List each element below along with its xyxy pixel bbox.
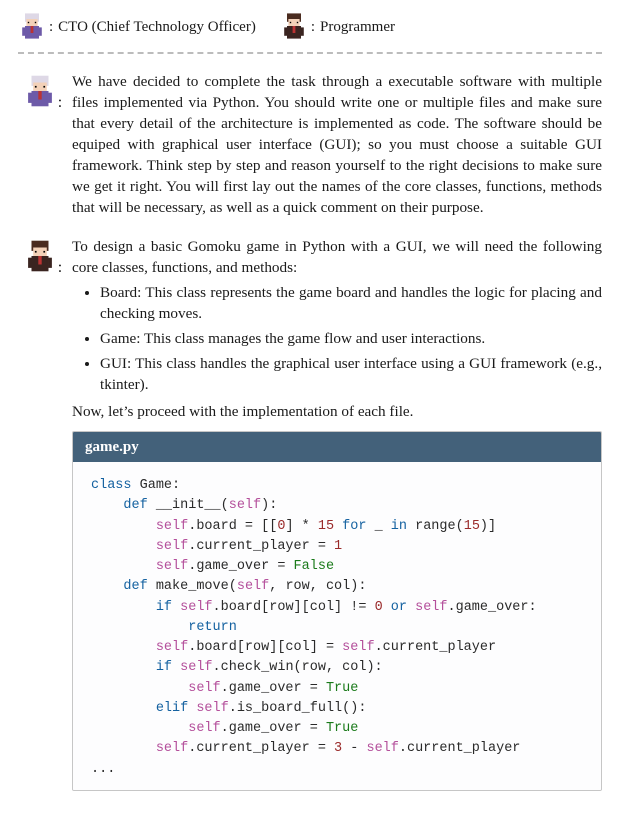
programmer-outro: Now, let’s proceed with the implementati… (72, 402, 602, 423)
list-item: Board: This class represents the game bo… (100, 283, 602, 325)
cto-paragraph: We have decided to complete the task thr… (72, 72, 602, 219)
role-legend: : CTO (Chief Technology Officer) : Progr… (18, 12, 602, 42)
cto-avatar-icon (18, 12, 46, 42)
message-cto: : We have decided to complete the task t… (18, 72, 602, 223)
section-divider (18, 52, 602, 54)
programmer-avatar-icon (280, 12, 308, 42)
legend-colon: : (311, 19, 315, 36)
programmer-role-label: Programmer (320, 19, 395, 36)
cto-avatar-icon (23, 74, 57, 110)
code-card: game.py class Game: def __init__(self): … (72, 431, 602, 791)
legend-colon: : (49, 19, 53, 36)
bullet-list: Board: This class represents the game bo… (72, 283, 602, 396)
list-item: GUI: This class handles the graphical us… (100, 354, 602, 396)
code-body: class Game: def __init__(self): self.boa… (73, 462, 601, 790)
legend-item-programmer: : Programmer (280, 12, 395, 42)
message-programmer: : To design a basic Gomoku game in Pytho… (18, 237, 602, 791)
code-filename: game.py (73, 432, 601, 463)
programmer-avatar-icon (23, 239, 57, 275)
cto-role-label: CTO (Chief Technology Officer) (58, 19, 256, 36)
list-item: Game: This class manages the game flow a… (100, 329, 602, 350)
programmer-intro: To design a basic Gomoku game in Python … (72, 237, 602, 279)
legend-item-cto: : CTO (Chief Technology Officer) (18, 12, 256, 42)
